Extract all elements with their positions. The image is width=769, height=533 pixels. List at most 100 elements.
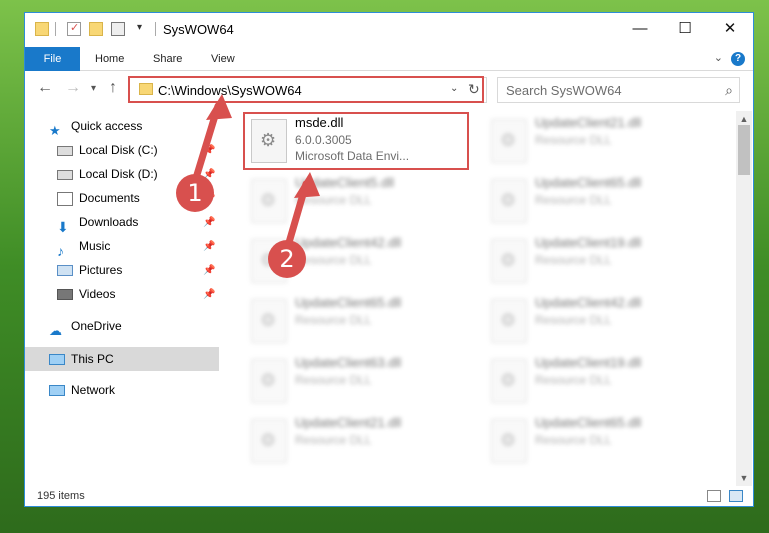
- pin-icon[interactable]: 📌: [203, 289, 215, 300]
- file-name: UpdateClient42.dll: [295, 235, 402, 250]
- pin-icon[interactable]: 📌: [203, 145, 215, 156]
- nav-item-label: Videos: [79, 287, 116, 301]
- file-item[interactable]: UpdateClient19.dll Resource DLL: [485, 233, 721, 289]
- file-item[interactable]: UpdateClient65.dll Resource DLL: [245, 293, 481, 349]
- forward-button[interactable]: →: [65, 79, 81, 97]
- file-description: Resource DLL: [535, 313, 612, 327]
- properties-icon[interactable]: ✓: [67, 22, 81, 36]
- new-folder-icon[interactable]: [89, 22, 103, 36]
- file-description: Resource DLL: [295, 373, 372, 387]
- cloud-icon: ☁: [49, 322, 62, 338]
- search-icon: ⌕: [725, 82, 733, 98]
- divider: [55, 22, 56, 36]
- tab-file[interactable]: File: [25, 47, 80, 71]
- window-title: SysWOW64: [163, 22, 234, 37]
- title-bar: ✓ ▾ SysWOW64 — ☐ ✕: [25, 13, 753, 45]
- dll-file-icon: [251, 359, 287, 403]
- file-item[interactable]: UpdateClient21.dll Resource DLL: [485, 113, 721, 169]
- nav-item-label: OneDrive: [71, 319, 122, 333]
- file-item[interactable]: UpdateClient65.dll Resource DLL: [485, 413, 721, 469]
- nav-item-this-pc[interactable]: This PC: [49, 348, 114, 370]
- pin-icon[interactable]: 📌: [203, 265, 215, 276]
- status-bar: 195 items: [25, 487, 753, 507]
- nav-item-pictures[interactable]: Pictures: [57, 259, 122, 281]
- computer-icon: [49, 354, 65, 366]
- file-name: UpdateClient63.dll: [295, 355, 402, 370]
- up-button[interactable]: ↑: [109, 79, 117, 97]
- search-input[interactable]: Search SysWOW64 ⌕: [497, 77, 740, 103]
- nav-item-documents[interactable]: Documents: [57, 187, 140, 209]
- star-icon: ★: [49, 122, 61, 138]
- file-name: UpdateClient19.dll: [535, 355, 642, 370]
- file-description: Resource DLL: [535, 193, 612, 207]
- file-item[interactable]: UpdateClient19.dll Resource DLL: [485, 353, 721, 409]
- navigation-pane: ★ Quick access Local Disk (C:) 📌 Local Di…: [25, 111, 219, 483]
- file-name: UpdateClient21.dll: [535, 115, 642, 130]
- minimize-button[interactable]: —: [625, 19, 655, 39]
- pin-icon[interactable]: 📌: [203, 241, 215, 252]
- divider: [155, 22, 156, 36]
- file-description: Resource DLL: [535, 433, 612, 447]
- file-item[interactable]: UpdateClient65.dll Resource DLL: [485, 173, 721, 229]
- network-icon: [49, 385, 65, 397]
- dll-file-icon: [491, 299, 527, 343]
- file-name: UpdateClient65.dll: [295, 295, 402, 310]
- nav-item-network[interactable]: Network: [49, 379, 115, 401]
- nav-item-music[interactable]: ♪ Music: [57, 235, 111, 259]
- close-button[interactable]: ✕: [715, 19, 745, 39]
- file-name: UpdateClient65.dll: [535, 415, 642, 430]
- nav-item-label: Local Disk (C:): [79, 143, 158, 157]
- file-item[interactable]: UpdateClient42.dll Resource DLL: [485, 293, 721, 349]
- file-name: UpdateClient21.dll: [295, 415, 402, 430]
- chevron-down-icon[interactable]: ▾: [137, 22, 142, 33]
- address-highlight-box: [128, 76, 484, 103]
- folder-icon: [35, 22, 49, 36]
- help-icon[interactable]: ?: [731, 52, 745, 66]
- details-view-icon[interactable]: [707, 490, 721, 502]
- pin-icon[interactable]: 📌: [203, 217, 215, 228]
- tab-view[interactable]: View: [211, 47, 235, 71]
- tab-home[interactable]: Home: [95, 47, 124, 71]
- nav-item-downloads[interactable]: ⬇ Downloads: [57, 211, 138, 235]
- nav-item-label: This PC: [71, 352, 114, 366]
- nav-item-label: Music: [79, 239, 111, 253]
- file-description: Resource DLL: [295, 433, 372, 447]
- documents-icon: [57, 191, 73, 206]
- expand-ribbon-icon[interactable]: ⌄: [714, 51, 723, 64]
- file-item[interactable]: UpdateClient63.dll Resource DLL: [245, 353, 481, 409]
- file-highlight-box: [243, 112, 469, 170]
- customize-toolbar-icon[interactable]: [111, 22, 125, 36]
- back-button[interactable]: ←: [37, 79, 53, 97]
- explorer-window: ✓ ▾ SysWOW64 — ☐ ✕ File Home Share View …: [24, 12, 754, 507]
- tab-share[interactable]: Share: [153, 47, 182, 71]
- file-item[interactable]: UpdateClient21.dll Resource DLL: [245, 413, 481, 469]
- scroll-thumb[interactable]: [738, 125, 750, 175]
- dll-file-icon: [491, 179, 527, 223]
- file-name: UpdateClient65.dll: [535, 175, 642, 190]
- nav-item-label: Local Disk (D:): [79, 167, 158, 181]
- file-description: Resource DLL: [535, 133, 612, 147]
- recent-locations-icon[interactable]: ▾: [91, 83, 96, 94]
- dll-file-icon: [251, 419, 287, 463]
- vertical-scrollbar[interactable]: ▲ ▼: [736, 111, 752, 486]
- file-description: Resource DLL: [535, 253, 612, 267]
- large-icons-view-icon[interactable]: [729, 490, 743, 502]
- file-description: Resource DLL: [295, 253, 372, 267]
- nav-item-quick-access[interactable]: ★ Quick access: [49, 115, 143, 138]
- nav-item-videos[interactable]: Videos: [57, 283, 115, 305]
- search-placeholder: Search SysWOW64: [506, 83, 622, 98]
- file-name: UpdateClient19.dll: [535, 235, 642, 250]
- nav-item-label: Network: [71, 383, 116, 397]
- dll-file-icon: [491, 119, 527, 163]
- nav-item-local-disk-c[interactable]: Local Disk (C:): [57, 139, 158, 161]
- drive-icon: [57, 145, 73, 156]
- scroll-down-icon[interactable]: ▼: [736, 470, 752, 486]
- file-description: Resource DLL: [535, 373, 612, 387]
- maximize-button[interactable]: ☐: [670, 19, 700, 39]
- nav-item-onedrive[interactable]: ☁ OneDrive: [49, 315, 122, 338]
- nav-item-local-disk-d[interactable]: Local Disk (D:): [57, 163, 158, 185]
- file-item[interactable]: UpdateClient5.dll Resource DLL: [245, 173, 481, 229]
- nav-item-label: Pictures: [79, 263, 123, 277]
- file-description: Resource DLL: [295, 313, 372, 327]
- nav-item-label: Quick access: [71, 119, 143, 133]
